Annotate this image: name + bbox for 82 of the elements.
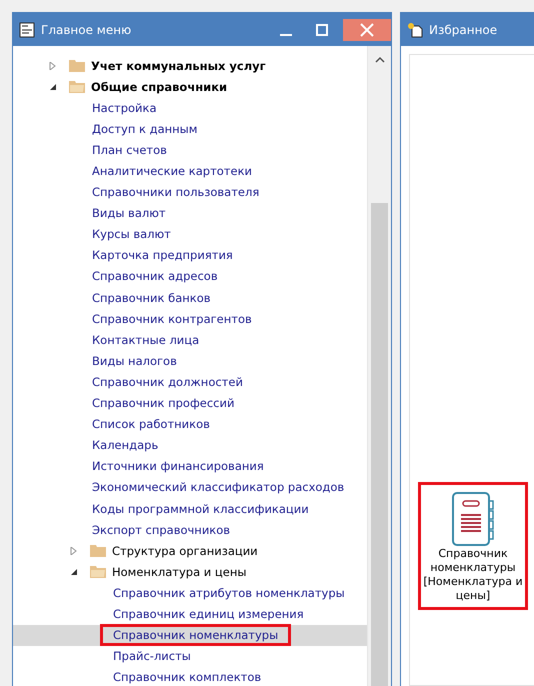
collapse-arrow-icon[interactable] [70,568,78,576]
tree-item-label[interactable]: Справочник атрибутов номенклатуры [113,586,345,600]
tree-item-label[interactable]: Коды программной классификации [92,502,309,516]
tree-row[interactable]: Источники финансирования [13,456,367,477]
tree-row[interactable]: Контактные лица [13,329,367,350]
tree-item-label[interactable]: Справочник банков [92,290,211,305]
scrollbar[interactable] [367,46,391,686]
folder-icon [69,59,85,72]
tree-item-label[interactable]: Справочник номенклатуры [103,627,288,644]
favorites-icon [407,22,423,38]
tree-row[interactable]: Экономический классификатор расходов [13,476,367,498]
tree-item-label[interactable]: Доступ к данным [92,122,198,136]
tree-item-label[interactable]: Справочник единиц измерения [113,606,304,621]
minimize-icon [280,34,292,36]
tree-item-label[interactable]: План счетов [92,142,167,157]
tree-row[interactable]: Справочник номенклатуры [13,624,367,646]
tree-row[interactable]: Календарь [13,434,367,456]
tree-item-label[interactable]: Карточка предприятия [92,248,233,262]
book-icon [450,491,496,547]
tree-item-label[interactable]: Учет коммунальных услуг [91,58,266,73]
folder-icon [69,80,85,94]
tree-row[interactable]: План счетов [13,139,367,160]
tree-row[interactable]: Курсы валют [13,224,367,245]
tree-row[interactable]: Справочник контрагентов [13,308,367,330]
tree-item-label[interactable]: Экономический классификатор расходов [92,480,344,494]
tree-item-label[interactable]: Справочник должностей [92,374,243,389]
tree-item-label[interactable]: Курсы валют [92,227,171,242]
tree-item-label[interactable]: Виды налогов [92,354,177,368]
tree-row[interactable]: Справочник банков [13,287,367,308]
tree-item-label[interactable]: Прайс-листы [113,649,191,664]
tree-item-label[interactable]: Экспорт справочников [92,522,230,537]
tree-row[interactable]: Справочник профессий [13,392,367,414]
tree-row[interactable]: Номенклатура и цены [13,561,367,582]
tree-row[interactable]: Справочник адресов [13,266,367,288]
tree-item-label[interactable]: Аналитические картотеки [92,164,252,178]
tree-item-label[interactable]: Справочник профессий [92,396,234,410]
tree-row[interactable]: Прайс-листы [13,646,367,667]
tree-row[interactable]: Справочник должностей [13,371,367,392]
scroll-up-icon[interactable] [374,56,384,63]
tree-row[interactable]: Справочники пользователя [13,182,367,203]
tree-item-label[interactable]: Список работников [92,417,210,432]
tree-item-label[interactable]: Настройка [92,100,157,115]
tree-row[interactable]: Справочник комплектов [13,666,367,686]
tree-row[interactable]: Коды программной классификации [13,498,367,520]
collapse-arrow-icon[interactable] [49,82,57,91]
scroll-thumb[interactable] [371,203,388,686]
tree-row[interactable]: Аналитические картотеки [13,160,367,182]
tree-item-label[interactable]: Справочник комплектов [113,670,262,684]
favorite-label: Справочник номенклатуры [Номенклатура и цены] [423,547,523,603]
tree-row[interactable]: Карточка предприятия [13,244,367,266]
tree-row[interactable]: Список работников [13,414,367,435]
tree-row[interactable]: Экспорт справочников [13,519,367,540]
tree-row[interactable]: Учет коммунальных услуг [13,55,367,76]
menu-window-icon [19,22,35,38]
favorite-tile[interactable]: Справочник номенклатуры [Номенклатура и цены] [418,482,528,610]
tree-row[interactable]: Настройка [13,97,367,118]
expand-arrow-icon[interactable] [49,62,57,70]
tree-item-label[interactable]: Общие справочники [91,80,228,94]
tree-item-label[interactable]: Структура организации [112,544,258,558]
tree-row[interactable]: Структура организации [13,540,367,562]
tree-item-label[interactable]: Календарь [92,438,158,452]
maximize-icon [316,24,328,36]
tree-item-label[interactable]: Справочники пользователя [92,185,260,200]
folder-icon [90,565,106,578]
tree-row[interactable]: Виды налогов [13,350,367,372]
tree-item-label[interactable]: Номенклатура и цены [112,564,246,579]
tree-item-label[interactable]: Контактные лица [92,332,200,347]
folder-icon [90,544,106,558]
tree-row[interactable]: Виды валют [13,202,367,224]
expand-arrow-icon[interactable] [70,546,78,555]
tree-item-label[interactable]: Справочник адресов [92,269,218,284]
tree-item-label[interactable]: Источники финансирования [92,459,264,474]
close-button[interactable] [343,18,391,40]
tree-item-label[interactable]: Справочник контрагентов [92,312,252,326]
tree-row[interactable]: Справочник атрибутов номенклатуры [13,582,367,604]
window-title: Избранное [429,22,498,36]
window-title: Главное меню [41,22,132,36]
close-icon [360,22,374,36]
tree-row[interactable]: Общие справочники [13,76,367,98]
tree-row[interactable]: Справочник единиц измерения [13,603,367,625]
tree-row[interactable]: Доступ к данным [13,118,367,140]
tree-item-label[interactable]: Виды валют [92,206,166,220]
